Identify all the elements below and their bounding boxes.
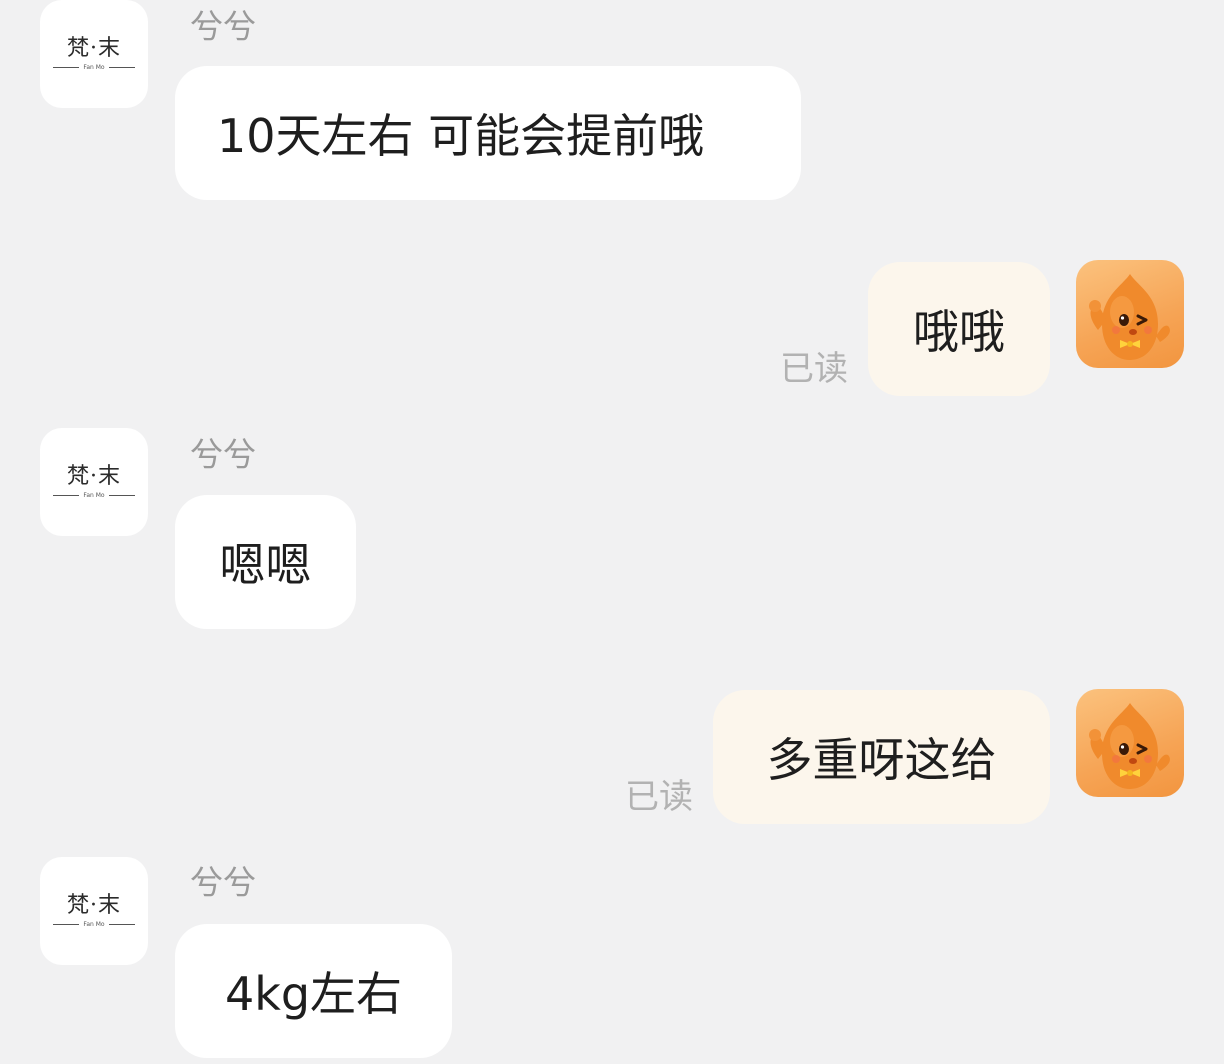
message-text: 哦哦 — [913, 305, 1005, 359]
logo-sub: Fan Mo — [53, 920, 135, 928]
user-avatar[interactable] — [1076, 260, 1184, 368]
logo-main-text: 梵·末 — [67, 463, 121, 489]
logo-sub-text: Fan Mo — [83, 491, 105, 499]
logo-main-text: 梵·末 — [67, 35, 121, 61]
merchant-avatar[interactable]: 梵·末 Fan Mo — [40, 0, 148, 108]
logo-sub: Fan Mo — [53, 491, 135, 499]
sender-name: 兮兮 — [190, 435, 256, 474]
logo-sub-text: Fan Mo — [83, 63, 105, 71]
message-text: 嗯嗯 — [219, 538, 312, 592]
message-bubble[interactable]: 哦哦 — [868, 262, 1050, 396]
read-status: 已读 — [625, 777, 693, 817]
message-bubble[interactable]: 多重呀这给 — [713, 690, 1050, 824]
logo-sub: Fan Mo — [53, 63, 135, 71]
message-bubble[interactable]: 嗯嗯 — [175, 495, 356, 629]
message-bubble[interactable]: 4kg左右 — [175, 924, 452, 1058]
orange-mascot-icon — [1089, 274, 1170, 360]
sender-name: 兮兮 — [190, 863, 256, 902]
message-bubble[interactable]: 10天左右 可能会提前哦 — [175, 66, 801, 200]
merchant-avatar[interactable]: 梵·末 Fan Mo — [40, 857, 148, 965]
user-avatar[interactable] — [1076, 689, 1184, 797]
logo-main-text: 梵·末 — [67, 892, 121, 918]
orange-mascot-icon — [1089, 703, 1170, 789]
logo-sub-text: Fan Mo — [83, 920, 105, 928]
message-text: 4kg左右 — [224, 967, 403, 1021]
read-status: 已读 — [780, 349, 848, 389]
sender-name: 兮兮 — [190, 7, 256, 46]
message-text: 多重呀这给 — [766, 733, 997, 787]
message-text: 10天左右 可能会提前哦 — [217, 109, 705, 163]
merchant-avatar[interactable]: 梵·末 Fan Mo — [40, 428, 148, 536]
